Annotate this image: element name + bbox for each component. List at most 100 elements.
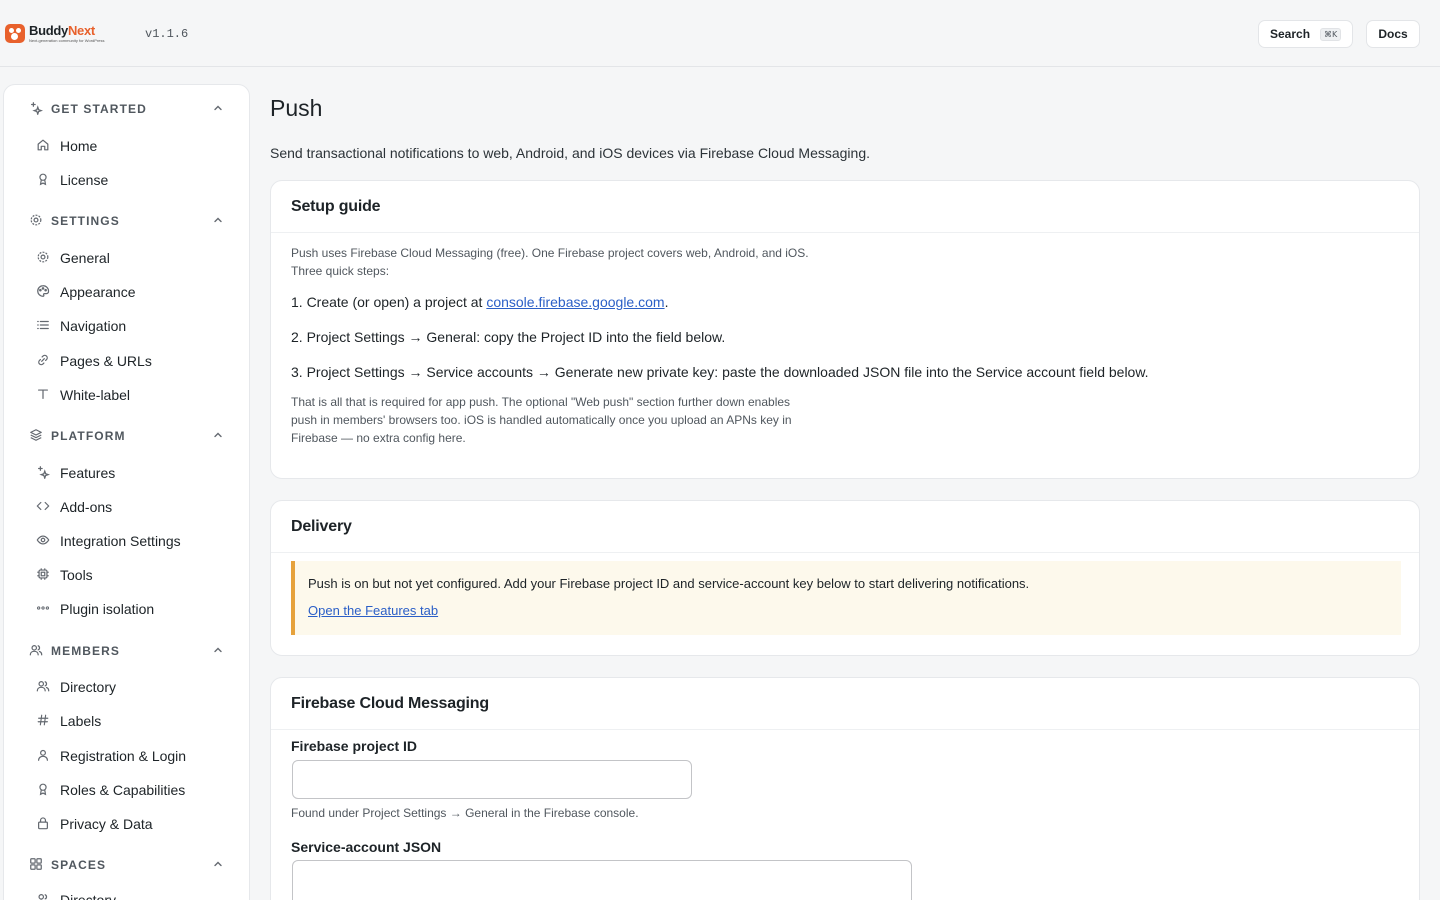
search-shortcut: ⌘K [1320,27,1342,41]
sidebar-item-label: Tools [60,567,93,583]
sidebar-item-label: Add-ons [60,499,113,515]
setup-outro-line: Firebase — no extra config here. [291,431,466,445]
sidebar-item-directory[interactable]: Directory [27,672,237,700]
users-icon [38,894,48,900]
chevron-up-icon [214,217,222,223]
logo[interactable]: BuddyNext Next-generation community for … [5,24,105,43]
dots-icon [36,606,50,610]
sparkles-icon [31,102,43,115]
sidebar-item-label: Registration & Login [60,748,187,764]
setup-guide-card: Setup guide Push uses Firebase Cloud Mes… [270,180,1420,479]
setup-step-2: 2. Project Settings → General: copy the … [291,329,726,345]
sidebar-item-label: Integration Settings [60,533,181,549]
section-members[interactable]: MEMBERS [4,638,251,662]
lock-icon [38,817,48,830]
warning-notice: Push is on but not yet configured. Add y… [291,561,1401,635]
setup-intro-line: Three quick steps: [291,264,390,278]
user-icon [38,749,48,761]
card-header: Delivery [271,501,1419,553]
sidebar-item-roles-capabilities[interactable]: Roles & Capabilities [27,775,237,803]
logo-wordmark: BuddyNext [29,24,105,38]
firebase-console-link[interactable]: console.firebase.google.com [486,294,664,310]
users-icon [29,645,43,656]
fcm-card: Firebase Cloud Messaging Firebase projec… [270,677,1420,900]
sidebar-item-general[interactable]: General [27,243,237,271]
section-platform[interactable]: PLATFORM [4,423,251,447]
gear-icon [37,251,49,263]
layers-icon [30,429,42,441]
sidebar-item-label: Directory [60,679,117,695]
sidebar-item-spaces-directory[interactable]: Directory [27,885,237,900]
section-get-started[interactable]: GET STARTED [4,96,251,120]
search-button[interactable]: Search ⌘K [1258,20,1353,48]
award-icon [39,173,47,186]
version-label: v1.1.6 [145,27,189,41]
sidebar-item-white-label[interactable]: White-label [27,380,237,408]
docs-button[interactable]: Docs [1366,20,1420,48]
logo-word-buddy: Buddy [29,23,68,38]
card-title: Setup guide [291,198,381,215]
sidebar-item-add-ons[interactable]: Add-ons [27,492,237,520]
sidebar: GET STARTED Home License SETTINGS Genera… [3,84,250,900]
sidebar-item-label: License [60,172,109,188]
sidebar-item-appearance[interactable]: Appearance [27,277,237,305]
search-button-label: Search [1270,27,1311,41]
grid-icon [30,858,42,870]
sidebar-item-label: Roles & Capabilities [60,782,186,798]
sparkles-icon [38,466,50,479]
chevron-up-icon [214,861,222,867]
sidebar-item-plugin-isolation[interactable]: Plugin isolation [27,594,237,622]
section-title: SETTINGS [51,214,120,228]
sidebar-item-label: Directory [60,892,117,900]
sidebar-item-features[interactable]: Features [27,458,237,486]
card-header: Firebase Cloud Messaging [271,678,1419,730]
sidebar-item-home[interactable]: Home [27,131,237,159]
type-icon [38,389,48,399]
setup-intro: Push uses Firebase Cloud Messaging (free… [291,244,809,280]
section-title: GET STARTED [51,102,147,116]
section-title: MEMBERS [51,644,121,658]
setup-intro-line: Push uses Firebase Cloud Messaging (free… [291,246,809,260]
chevron-up-icon [214,647,222,653]
sidebar-item-label: White-label [60,387,131,403]
sidebar-item-license[interactable]: License [27,165,237,193]
page-description: Send transactional notifications to web,… [270,145,871,161]
sidebar-item-privacy-data[interactable]: Privacy & Data [27,809,237,837]
card-title: Delivery [291,518,352,535]
sidebar-item-label: General [60,250,110,266]
sidebar-item-labels[interactable]: Labels [27,706,237,734]
chevron-up-icon [214,432,222,438]
setup-step-3: 3. Project Settings → Service accounts →… [291,364,1149,380]
card-header: Setup guide [271,181,1419,233]
delivery-card: Delivery Push is on but not yet configur… [270,500,1420,656]
award-icon [39,783,47,796]
setup-outro: That is all that is required for app pus… [291,393,792,447]
eye-icon [36,535,50,545]
sidebar-item-integration-settings[interactable]: Integration Settings [27,526,237,554]
notice-text: Push is on but not yet configured. Add y… [308,576,1030,591]
open-features-tab-link[interactable]: Open the Features tab [308,603,438,618]
section-title: PLATFORM [51,429,126,443]
section-title: SPACES [51,858,107,872]
link-icon [38,354,48,366]
sidebar-item-pages-urls[interactable]: Pages & URLs [27,346,237,374]
section-settings[interactable]: SETTINGS [4,208,251,232]
sidebar-item-label: Labels [60,713,102,729]
step-1-suffix: . [664,294,669,310]
sidebar-item-navigation[interactable]: Navigation [27,311,237,339]
logo-word-next: Next [67,23,95,38]
sidebar-item-label: Navigation [60,318,127,334]
gear-icon [30,214,42,226]
service-account-textarea[interactable] [292,860,912,900]
section-spaces[interactable]: SPACES [4,852,251,876]
sidebar-item-label: Home [60,138,98,154]
project-id-input[interactable] [292,760,692,799]
sidebar-item-label: Appearance [60,284,136,300]
list-icon [37,320,49,330]
setup-step-1: 1. Create (or open) a project at console… [291,294,668,310]
sidebar-item-registration-login[interactable]: Registration & Login [27,741,237,769]
project-id-label: Firebase project ID [291,738,418,754]
setup-outro-line: push in members' browsers too. iOS is ha… [291,413,792,427]
sidebar-item-tools[interactable]: Tools [27,560,237,588]
project-id-help: Found under Project Settings → General i… [291,806,639,820]
